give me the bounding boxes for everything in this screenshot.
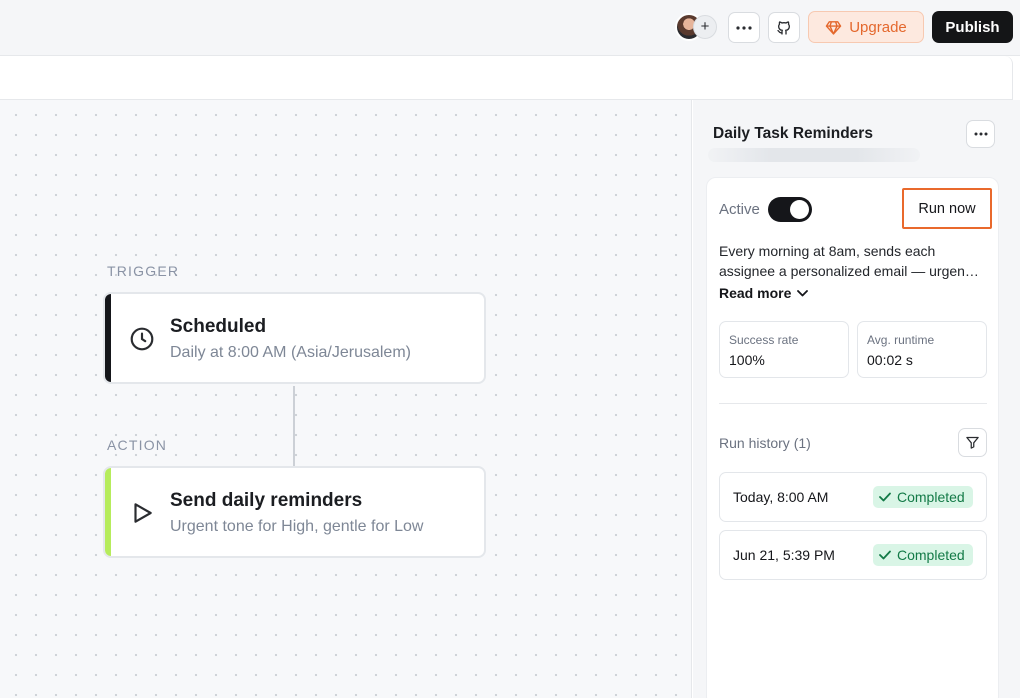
automation-description: Every morning at 8am, sends each assigne… (719, 241, 991, 281)
panel-subtitle-placeholder (708, 148, 920, 162)
github-button[interactable] (768, 12, 800, 43)
divider (719, 403, 987, 404)
upgrade-label: Upgrade (849, 18, 907, 36)
automation-card: Active Run now Every morning at 8am, sen… (706, 177, 999, 698)
collaborators[interactable]: + (675, 13, 719, 41)
more-horizontal-icon (974, 132, 987, 136)
run-now-button[interactable]: Run now (902, 188, 992, 229)
clock-icon (130, 327, 154, 351)
node-connector (293, 386, 295, 466)
description-line: Every morning at 8am, sends each (719, 243, 936, 259)
trigger-section-label: TRIGGER (107, 263, 180, 279)
stat-label: Success rate (729, 333, 799, 347)
publish-button[interactable]: Publish (932, 11, 1013, 43)
read-more-label: Read more (719, 285, 792, 301)
stat-value: 100% (729, 352, 765, 368)
chevron-down-icon (797, 289, 809, 296)
run-time: Today, 8:00 AM (733, 489, 829, 505)
status-label: Completed (897, 547, 965, 563)
active-label: Active (719, 201, 760, 218)
trigger-node[interactable]: Scheduled Daily at 8:00 AM (Asia/Jerusal… (103, 292, 486, 384)
status-badge: Completed (873, 486, 973, 508)
status-badge: Completed (873, 544, 973, 566)
status-label: Completed (897, 489, 965, 505)
check-icon (879, 550, 891, 560)
stat-success-rate: Success rate 100% (719, 321, 849, 378)
stat-value: 00:02 s (867, 352, 913, 368)
top-bar: + Upgrade Publish (0, 0, 1020, 56)
filter-icon (966, 436, 979, 449)
filter-button[interactable] (958, 428, 987, 457)
action-node-title: Send daily reminders (170, 490, 363, 511)
check-icon (879, 492, 891, 502)
description-line: assignee a personalized email — urgen… (719, 263, 979, 279)
action-node[interactable]: Send daily reminders Urgent tone for Hig… (103, 466, 486, 558)
action-section-label: ACTION (107, 437, 168, 453)
play-icon (134, 503, 152, 523)
run-history-label: Run history (1) (719, 435, 811, 451)
sub-header (0, 56, 1013, 100)
add-collaborator-button[interactable]: + (693, 15, 717, 39)
upgrade-button[interactable]: Upgrade (808, 11, 924, 43)
trigger-node-accent (105, 294, 111, 382)
active-toggle[interactable] (768, 197, 812, 222)
more-horizontal-icon (736, 25, 752, 30)
run-time: Jun 21, 5:39 PM (733, 547, 835, 563)
stat-avg-runtime: Avg. runtime 00:02 s (857, 321, 987, 378)
trigger-node-title: Scheduled (170, 316, 267, 337)
trigger-node-subtitle: Daily at 8:00 AM (Asia/Jerusalem) (170, 344, 411, 361)
panel-title: Daily Task Reminders (713, 125, 873, 142)
workflow-canvas[interactable] (0, 100, 692, 698)
diamond-icon (825, 20, 842, 35)
details-panel: Daily Task Reminders Active Run now Ever… (693, 100, 1020, 698)
run-history-row[interactable]: Jun 21, 5:39 PM Completed (719, 530, 987, 580)
action-node-accent (105, 468, 111, 556)
run-history-row[interactable]: Today, 8:00 AM Completed (719, 472, 987, 522)
action-node-subtitle: Urgent tone for High, gentle for Low (170, 518, 424, 535)
github-icon (777, 20, 790, 35)
read-more-button[interactable]: Read more (719, 285, 809, 301)
more-options-button[interactable] (728, 12, 760, 43)
panel-more-button[interactable] (966, 120, 995, 148)
toggle-knob (790, 200, 809, 219)
stat-label: Avg. runtime (867, 333, 935, 347)
